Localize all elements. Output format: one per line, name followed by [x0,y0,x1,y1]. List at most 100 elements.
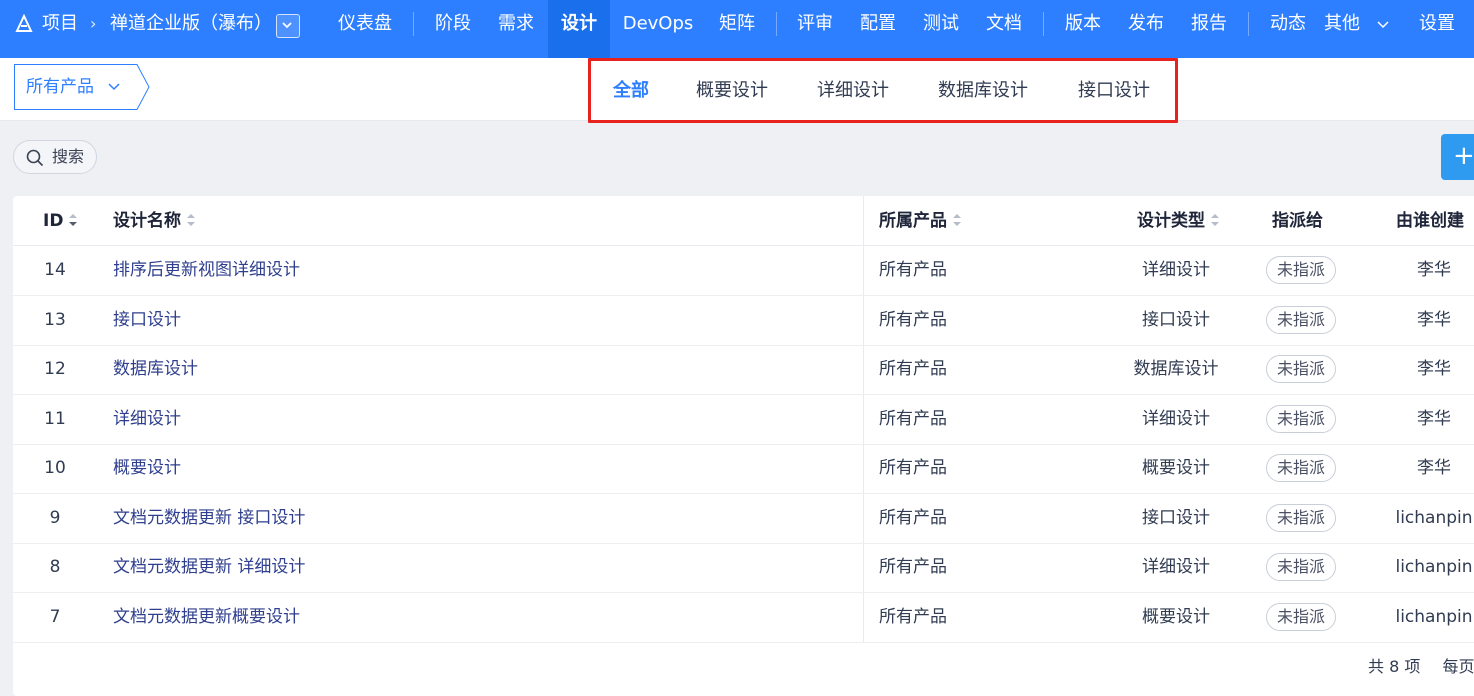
table-row[interactable]: 13 接口设计 所有产品 接口设计 未指派 李华 [13,296,1474,346]
chevron-down-icon [282,22,292,29]
assignee-badge[interactable]: 未指派 [1266,504,1336,532]
cell-creator: 李华 [1417,310,1451,330]
cell-product: 所有产品 [879,260,947,280]
pagination-total: 共 8 项 [1368,657,1421,676]
breadcrumb-project[interactable]: 项目 [42,0,78,48]
cell-design-type: 概要设计 [1142,458,1210,478]
cell-product: 所有产品 [879,557,947,577]
assignee-badge[interactable]: 未指派 [1266,256,1336,284]
nav-more[interactable]: 其他 [1324,0,1368,48]
assignee-badge[interactable]: 未指派 [1266,553,1336,581]
cell-creator: lichanpin [1395,557,1473,577]
search-button-label: 搜索 [52,147,85,166]
nav-test[interactable]: 测试 [910,0,972,48]
pagination-per-page[interactable]: 每页 [1443,657,1474,676]
cell-design-name-link[interactable]: 文档元数据更新 接口设计 [113,494,305,543]
tab-overview-design[interactable]: 概要设计 [696,61,768,120]
cell-id: 10 [44,458,66,478]
search-icon [26,149,44,167]
breadcrumb-workspace[interactable]: 禅道企业版（瀑布） [110,0,272,48]
cell-creator: 李华 [1417,409,1451,429]
cell-creator: 李华 [1417,359,1451,379]
table-row[interactable]: 7 文档元数据更新概要设计 所有产品 概要设计 未指派 lichanpin [13,593,1474,643]
design-table: ID 设计名称 所属产品 设计类型 指派给 由谁创建 14 排序后更新视图详细设计… [13,196,1474,696]
breadcrumb-separator: › [90,14,97,33]
design-type-tabs: 全部 概要设计 详细设计 数据库设计 接口设计 [588,58,1178,123]
tab-interface-design[interactable]: 接口设计 [1078,61,1150,120]
cell-id: 7 [49,607,61,627]
nav-requirement[interactable]: 需求 [485,0,547,48]
column-header-product[interactable]: 所属产品 [879,196,963,246]
tab-database-design[interactable]: 数据库设计 [938,61,1028,120]
nav-matrix[interactable]: 矩阵 [706,0,768,48]
top-navigation-bar: 项目 › 禅道企业版（瀑布） 仪表盘 阶段 需求 设计 DevOps 矩阵 评审… [0,0,1474,58]
sort-icon [187,214,195,226]
cell-id: 14 [44,260,66,280]
cell-id: 9 [49,508,61,528]
cell-creator: 李华 [1417,458,1451,478]
column-header-id[interactable]: ID [43,196,79,246]
product-selector-label: 所有产品 [26,77,94,97]
chevron-down-icon [108,83,120,91]
cell-product: 所有产品 [879,310,947,330]
cell-id: 11 [44,409,66,429]
column-header-name[interactable]: 设计名称 [113,196,197,246]
tab-detailed-design[interactable]: 详细设计 [817,61,889,120]
column-header-type[interactable]: 设计类型 [1137,196,1221,246]
nav-stage[interactable]: 阶段 [422,0,484,48]
assignee-badge[interactable]: 未指派 [1266,454,1336,482]
nav-doc[interactable]: 文档 [973,0,1035,48]
sub-header: 所有产品 全部 概要设计 详细设计 数据库设计 接口设计 [0,58,1474,123]
cell-id: 8 [49,557,61,577]
nav-divider [776,12,777,36]
table-row[interactable]: 9 文档元数据更新 接口设计 所有产品 接口设计 未指派 lichanpin [13,494,1474,544]
table-row[interactable]: 11 详细设计 所有产品 详细设计 未指派 李华 [13,395,1474,445]
tab-all[interactable]: 全部 [613,61,649,120]
cell-product: 所有产品 [879,359,947,379]
cell-creator: lichanpin [1395,607,1473,627]
nav-design[interactable]: 设计 [548,0,610,58]
nav-build[interactable]: 版本 [1052,0,1114,48]
cell-design-name-link[interactable]: 数据库设计 [113,345,198,394]
chevron-down-icon [1377,21,1389,29]
table-row[interactable]: 14 排序后更新视图详细设计 所有产品 详细设计 未指派 李华 [13,246,1474,296]
nav-settings[interactable]: 设置 [1406,0,1468,48]
table-row[interactable]: 12 数据库设计 所有产品 数据库设计 未指派 李华 [13,345,1474,395]
cell-design-type: 接口设计 [1142,310,1210,330]
assignee-badge[interactable]: 未指派 [1266,306,1336,334]
column-header-assignee: 指派给 [1272,211,1323,231]
cell-design-name-link[interactable]: 详细设计 [113,395,181,444]
plus-icon: + [1453,141,1474,171]
product-selector[interactable]: 所有产品 [14,64,150,110]
cell-design-name-link[interactable]: 接口设计 [113,296,181,345]
assignee-badge[interactable]: 未指派 [1266,355,1336,383]
nav-divider [413,12,414,36]
cell-creator: 李华 [1417,260,1451,280]
column-header-creator: 由谁创建 [1396,211,1464,231]
cell-design-type: 数据库设计 [1133,359,1219,379]
project-icon [15,14,33,32]
assignee-badge[interactable]: 未指派 [1266,405,1336,433]
nav-review[interactable]: 评审 [784,0,846,48]
cell-design-type: 接口设计 [1142,508,1210,528]
cell-design-name-link[interactable]: 文档元数据更新概要设计 [113,593,300,642]
assignee-badge[interactable]: 未指派 [1266,603,1336,631]
cell-product: 所有产品 [879,607,947,627]
table-row[interactable]: 8 文档元数据更新 详细设计 所有产品 详细设计 未指派 lichanpin [13,543,1474,593]
cell-product: 所有产品 [879,409,947,429]
nav-config[interactable]: 配置 [847,0,909,48]
search-button[interactable]: 搜索 [13,140,97,174]
nav-dashboard[interactable]: 仪表盘 [322,0,408,48]
cell-design-name-link[interactable]: 排序后更新视图详细设计 [113,246,300,295]
table-row[interactable]: 10 概要设计 所有产品 概要设计 未指派 李华 [13,444,1474,494]
nav-report[interactable]: 报告 [1178,0,1240,48]
create-design-button[interactable]: + [1441,134,1474,180]
cell-design-type: 详细设计 [1142,260,1210,280]
nav-release[interactable]: 发布 [1115,0,1177,48]
nav-devops[interactable]: DevOps [612,0,704,48]
cell-design-name-link[interactable]: 概要设计 [113,444,181,493]
workspace-switch-button[interactable] [276,14,300,38]
cell-design-name-link[interactable]: 文档元数据更新 详细设计 [113,543,305,592]
nav-divider [1248,12,1249,36]
nav-dynamic[interactable]: 动态 [1257,0,1319,48]
